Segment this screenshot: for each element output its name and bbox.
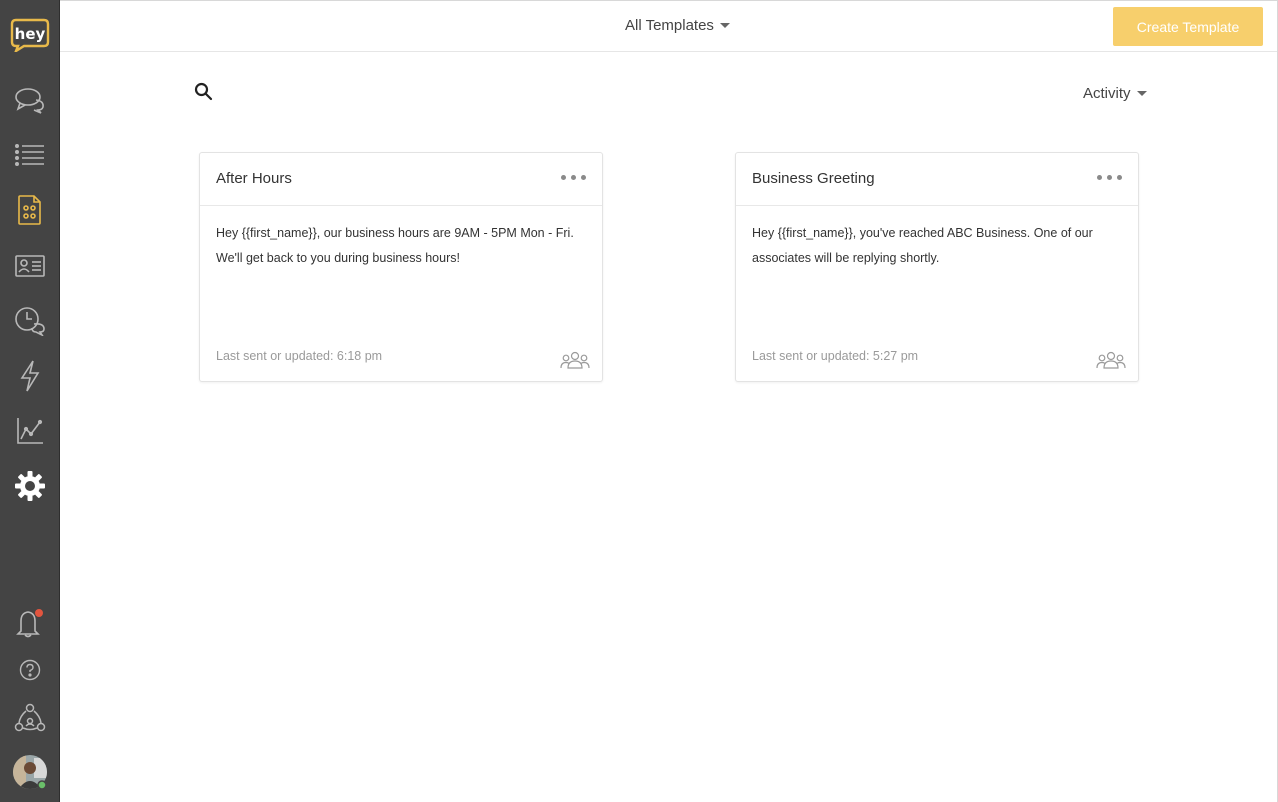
search-icon[interactable] xyxy=(194,82,214,102)
clock-chat-icon[interactable] xyxy=(12,303,48,339)
template-body-line: associates will be replying shortly. xyxy=(752,251,940,265)
online-status-dot xyxy=(37,780,47,790)
chevron-down-icon xyxy=(719,23,730,28)
chevron-down-icon xyxy=(1136,91,1147,96)
template-body-line: Hey {{first_name}}, you've reached ABC B… xyxy=(752,226,1093,240)
more-options-icon[interactable] xyxy=(1093,171,1126,184)
template-filter-dropdown[interactable]: All Templates xyxy=(625,17,730,34)
template-body-line: Hey {{first_name}}, our business hours a… xyxy=(216,226,574,240)
template-last-updated: Last sent or updated: 6:18 pm xyxy=(216,349,383,363)
network-icon[interactable] xyxy=(12,700,48,736)
gear-icon[interactable] xyxy=(12,468,48,504)
svg-text:hey: hey xyxy=(15,25,46,43)
top-bar: All Templates Create Template xyxy=(60,1,1277,52)
template-card-header: After Hours xyxy=(200,153,602,206)
template-body-line: We'll get back to you during business ho… xyxy=(216,251,460,265)
group-icon xyxy=(1096,351,1126,369)
template-card-header: Business Greeting xyxy=(736,153,1138,206)
contact-card-icon[interactable] xyxy=(12,248,48,284)
sidebar: hey xyxy=(0,0,60,802)
template-body: Hey {{first_name}}, our business hours a… xyxy=(216,221,586,271)
templates-icon[interactable] xyxy=(12,192,48,228)
notification-badge xyxy=(35,609,43,617)
chat-bubbles-icon[interactable] xyxy=(12,82,48,118)
list-icon[interactable] xyxy=(12,137,48,173)
line-chart-icon[interactable] xyxy=(12,413,48,449)
create-template-button[interactable]: Create Template xyxy=(1113,7,1263,46)
template-filter-label: All Templates xyxy=(625,17,714,34)
sort-dropdown[interactable]: Activity xyxy=(1083,85,1147,102)
avatar[interactable] xyxy=(12,754,48,790)
lightning-icon[interactable] xyxy=(12,358,48,394)
template-title: Business Greeting xyxy=(752,170,875,187)
more-options-icon[interactable] xyxy=(557,171,590,184)
help-icon[interactable] xyxy=(12,652,48,688)
hey-logo[interactable]: hey xyxy=(10,18,50,54)
template-title: After Hours xyxy=(216,170,292,187)
main-content: All Templates Create Template Activity A… xyxy=(60,0,1278,802)
template-card[interactable]: Business Greeting Hey {{first_name}}, yo… xyxy=(735,152,1139,382)
template-card[interactable]: After Hours Hey {{first_name}}, our busi… xyxy=(199,152,603,382)
bell-icon[interactable] xyxy=(12,605,48,641)
group-icon xyxy=(560,351,590,369)
sort-label: Activity xyxy=(1083,85,1131,102)
app-window: hey All Templates Create Template Activi… xyxy=(0,0,1278,802)
template-last-updated: Last sent or updated: 5:27 pm xyxy=(752,349,919,363)
template-body: Hey {{first_name}}, you've reached ABC B… xyxy=(752,221,1122,271)
